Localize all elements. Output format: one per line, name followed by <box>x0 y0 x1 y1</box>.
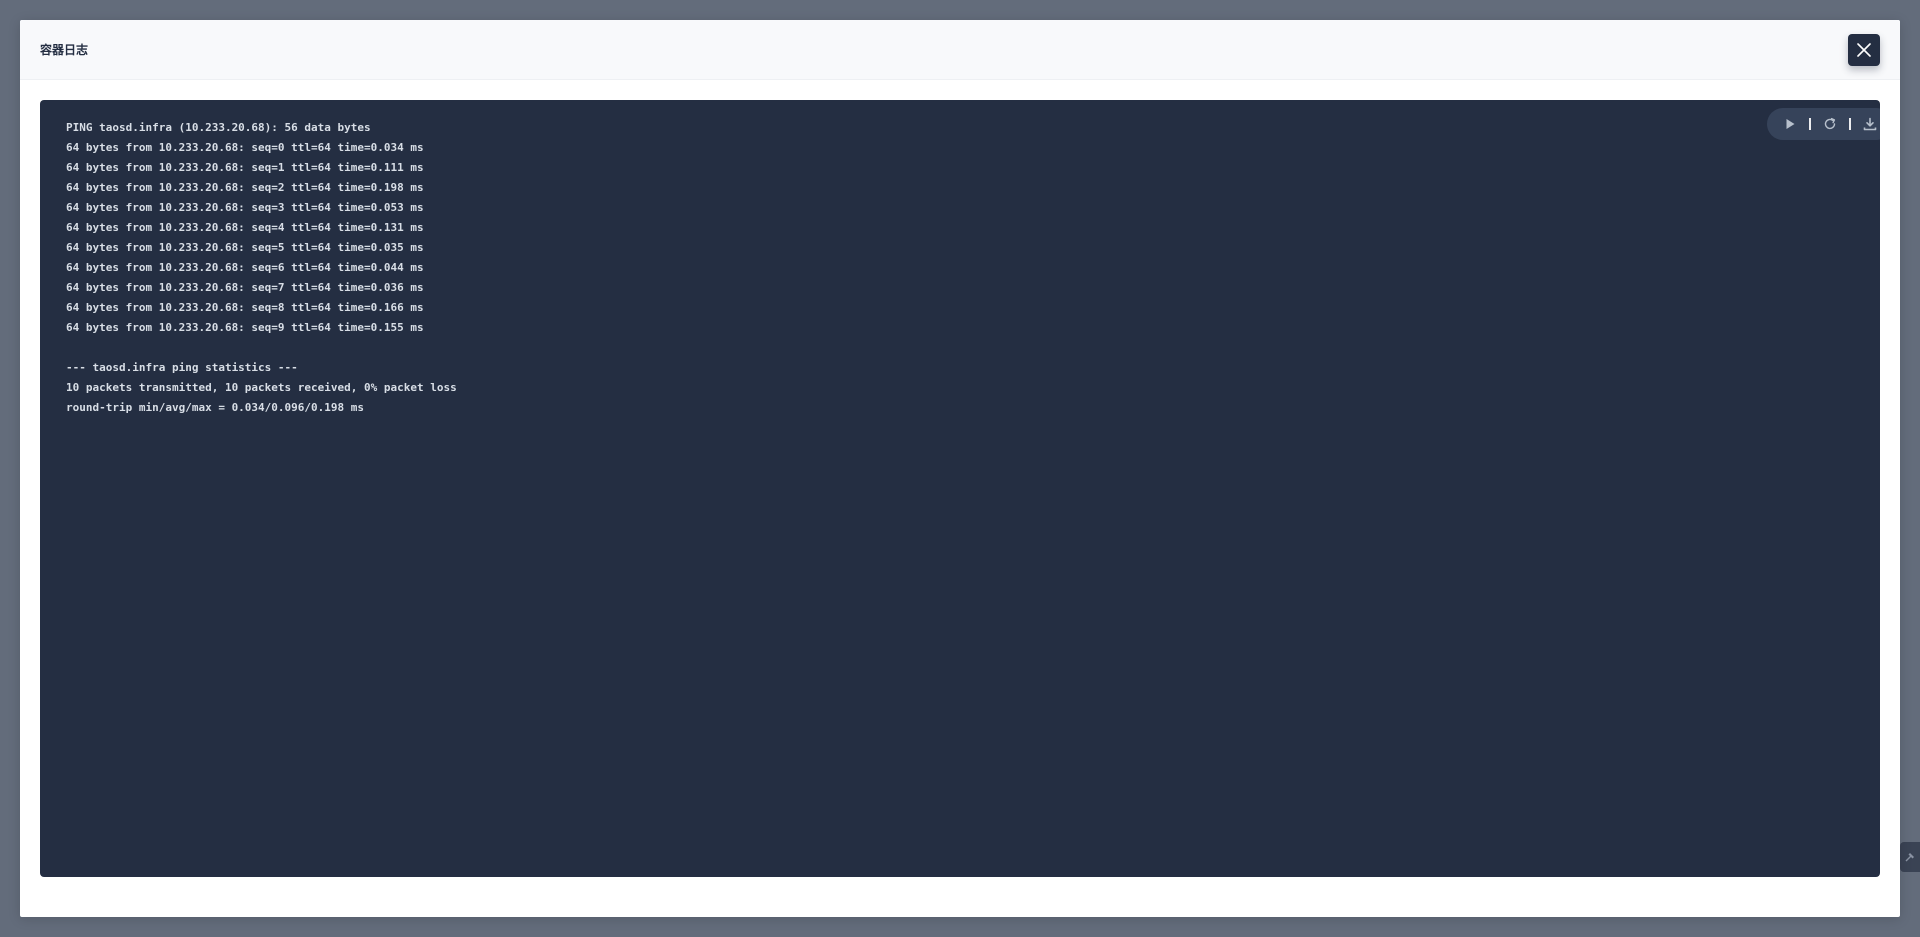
close-button[interactable] <box>1848 34 1880 66</box>
log-line: 64 bytes from 10.233.20.68: seq=4 ttl=64… <box>66 221 424 234</box>
log-line: 64 bytes from 10.233.20.68: seq=7 ttl=64… <box>66 281 424 294</box>
log-line: --- taosd.infra ping statistics --- <box>66 361 298 374</box>
toolbar-divider <box>1848 118 1851 130</box>
log-line: 64 bytes from 10.233.20.68: seq=5 ttl=64… <box>66 241 424 254</box>
log-terminal[interactable]: PING taosd.infra (10.233.20.68): 56 data… <box>40 100 1880 877</box>
log-line: 64 bytes from 10.233.20.68: seq=2 ttl=64… <box>66 181 424 194</box>
log-line: 10 packets transmitted, 10 packets recei… <box>66 381 457 394</box>
close-icon <box>1857 43 1871 57</box>
download-icon <box>1863 117 1876 131</box>
log-line: PING taosd.infra (10.233.20.68): 56 data… <box>66 121 371 134</box>
log-line: 64 bytes from 10.233.20.68: seq=1 ttl=64… <box>66 161 424 174</box>
log-output: PING taosd.infra (10.233.20.68): 56 data… <box>66 118 457 418</box>
side-tool-tab[interactable] <box>1900 842 1920 872</box>
log-line: 64 bytes from 10.233.20.68: seq=9 ttl=64… <box>66 321 424 334</box>
log-line: 64 bytes from 10.233.20.68: seq=3 ttl=64… <box>66 201 424 214</box>
container-log-modal: 容器日志 PING taosd.infra (10.233.20.68): 56… <box>20 20 1900 917</box>
toolbar-divider <box>1808 118 1811 130</box>
log-line: round-trip min/avg/max = 0.034/0.096/0.1… <box>66 401 365 414</box>
hammer-icon <box>1905 853 1914 862</box>
log-toolbar <box>1767 108 1880 140</box>
modal-title: 容器日志 <box>40 43 89 57</box>
log-line: 64 bytes from 10.233.20.68: seq=6 ttl=64… <box>66 261 424 274</box>
modal-header: 容器日志 <box>20 20 1900 80</box>
play-button[interactable] <box>1780 114 1800 134</box>
refresh-icon <box>1824 117 1835 130</box>
log-line: 64 bytes from 10.233.20.68: seq=0 ttl=64… <box>66 141 424 154</box>
refresh-button[interactable] <box>1820 114 1840 134</box>
log-line: 64 bytes from 10.233.20.68: seq=8 ttl=64… <box>66 301 424 314</box>
download-button[interactable] <box>1860 114 1880 134</box>
play-icon <box>1786 119 1794 129</box>
